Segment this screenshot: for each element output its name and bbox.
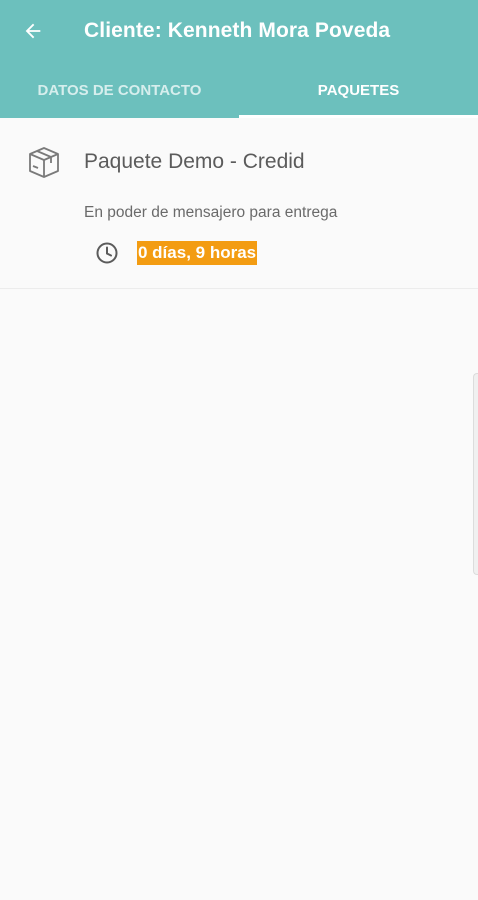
app-bar: Cliente: Kenneth Mora Poveda DATOS DE CO… (0, 0, 478, 118)
package-list: Paquete Demo - Credid En poder de mensaj… (0, 118, 478, 900)
arrow-left-icon (25, 23, 41, 39)
tab-paquetes[interactable]: PAQUETES (239, 62, 478, 118)
tab-datos-de-contacto[interactable]: DATOS DE CONTACTO (0, 62, 239, 118)
package-list-item[interactable]: Paquete Demo - Credid En poder de mensaj… (0, 118, 478, 289)
page-title: Cliente: Kenneth Mora Poveda (84, 19, 391, 42)
elapsed-time-badge: 0 días, 9 horas (137, 241, 258, 265)
clock-icon (96, 242, 118, 264)
tab-label: PAQUETES (317, 81, 400, 99)
back-button[interactable] (14, 12, 52, 50)
edge-panel-handle[interactable] (473, 373, 478, 575)
package-name: Paquete Demo - Credid (84, 150, 305, 173)
toolbar: Cliente: Kenneth Mora Poveda (0, 0, 478, 62)
tab-bar: DATOS DE CONTACTO PAQUETES (0, 62, 478, 118)
package-box-icon (29, 147, 59, 178)
tab-label: DATOS DE CONTACTO (37, 81, 202, 99)
package-status: En poder de mensajero para entrega (84, 204, 338, 221)
